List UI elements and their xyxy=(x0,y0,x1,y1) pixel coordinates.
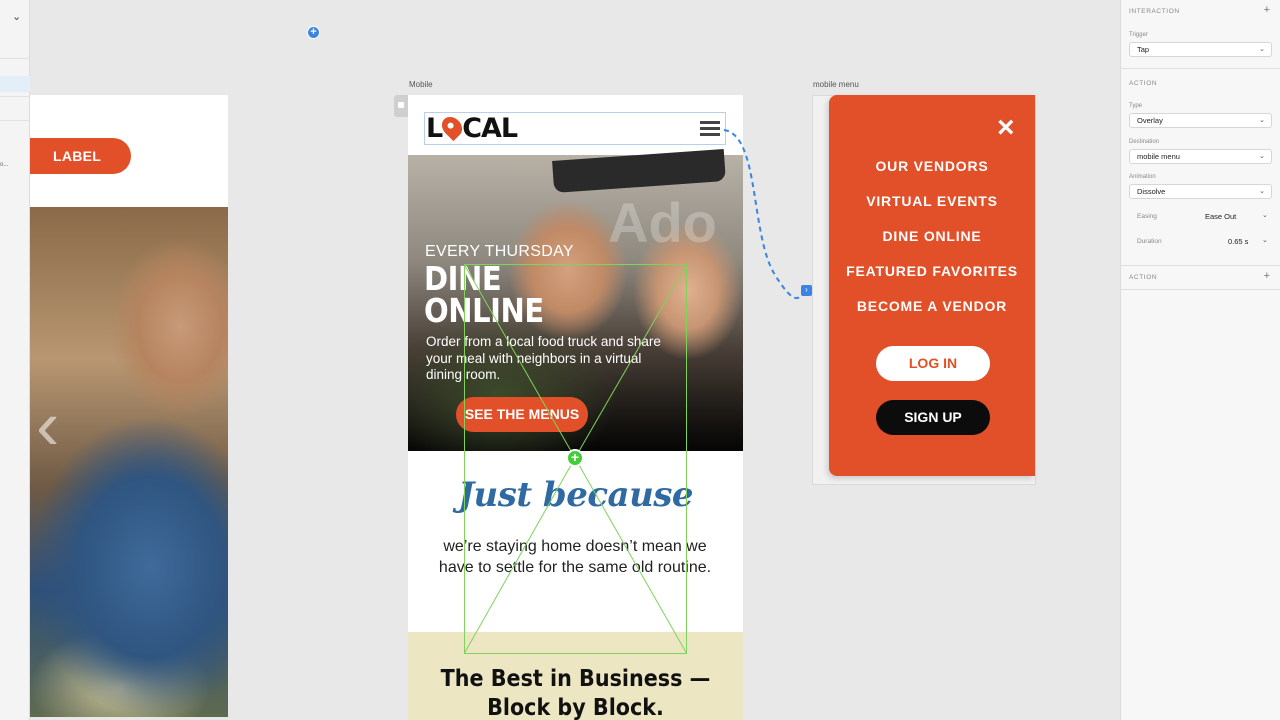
left-artboard[interactable]: LABEL ‹ xyxy=(30,95,228,717)
left-hero-photo xyxy=(30,207,228,717)
layer-row-divider xyxy=(0,58,30,59)
close-icon[interactable]: × xyxy=(997,113,1015,143)
trigger-select[interactable]: Tap ⌄ xyxy=(1129,42,1272,57)
easing-value[interactable]: Ease Out xyxy=(1205,212,1236,221)
chevron-down-icon: ⌄ xyxy=(1259,188,1265,195)
watermark: Ado xyxy=(608,191,717,254)
action-header-2: ACTION xyxy=(1129,274,1158,281)
action-header: ACTION xyxy=(1129,80,1158,87)
destination-select[interactable]: mobile menu ⌄ xyxy=(1129,149,1272,164)
best-heading-line2: Block by Block. xyxy=(487,695,664,720)
destination-label: Destination xyxy=(1129,139,1160,145)
menu-item-virtual-events[interactable]: VIRTUAL EVENTS xyxy=(829,193,1035,209)
animation-label: Animation xyxy=(1129,174,1156,180)
mobile-menu-overlay[interactable]: × OUR VENDORS VIRTUAL EVENTS DINE ONLINE… xyxy=(829,95,1035,476)
add-link-icon[interactable]: + xyxy=(566,449,584,467)
sign-up-button[interactable]: SIGN UP xyxy=(876,400,990,435)
menu-item-dine-online[interactable]: DINE ONLINE xyxy=(829,228,1035,244)
type-select[interactable]: Overlay ⌄ xyxy=(1129,113,1272,128)
chevron-down-icon[interactable]: ⌄ xyxy=(12,10,21,23)
menu-item-featured-favorites[interactable]: FEATURED FAVORITES xyxy=(829,263,1035,279)
wire-source-icon[interactable]: + xyxy=(307,26,320,39)
animation-select[interactable]: Dissolve ⌄ xyxy=(1129,184,1272,199)
carousel-prev-icon[interactable]: ‹ xyxy=(36,385,59,465)
label-button[interactable]: LABEL xyxy=(30,138,131,174)
destination-value: mobile menu xyxy=(1137,152,1180,161)
header-hover-outline xyxy=(424,112,726,145)
log-in-button[interactable]: LOG IN xyxy=(876,346,990,381)
layer-row-divider xyxy=(0,120,30,121)
chevron-down-icon[interactable]: ⌄ xyxy=(1262,236,1268,244)
chevron-down-icon: ⌄ xyxy=(1259,153,1265,160)
duration-label: Duration xyxy=(1137,238,1162,245)
chevron-down-icon: ⌄ xyxy=(1259,46,1265,53)
interaction-header: INTERACTION xyxy=(1129,8,1180,15)
wire-target-icon[interactable]: › xyxy=(801,285,812,296)
type-label: Type xyxy=(1129,103,1143,109)
hamburger-menu-icon[interactable] xyxy=(700,121,720,137)
selected-layer-row[interactable] xyxy=(0,76,30,92)
duration-value[interactable]: 0.65 s xyxy=(1228,237,1248,246)
artboard-home-handle[interactable] xyxy=(394,95,408,117)
menu-item-become-a-vendor[interactable]: BECOME A VENDOR xyxy=(829,298,1035,314)
mobile-header: L CAL xyxy=(408,95,743,155)
truncated-layer-label: o... xyxy=(0,162,9,168)
animation-value: Dissolve xyxy=(1137,187,1166,196)
panel-divider xyxy=(1121,68,1280,69)
best-heading-line1: The Best in Business — xyxy=(440,666,711,692)
panel-divider xyxy=(1121,289,1280,290)
easing-label: Easing xyxy=(1137,213,1157,220)
best-heading: The Best in Business — Block by Block. xyxy=(425,665,727,720)
prototype-property-panel: INTERACTION + Trigger Tap ⌄ ACTION Type … xyxy=(1120,0,1280,720)
chevron-down-icon[interactable]: ⌄ xyxy=(1262,211,1268,219)
menu-item-our-vendors[interactable]: OUR VENDORS xyxy=(829,158,1035,174)
artboard-title-mobile[interactable]: Mobile xyxy=(409,80,433,89)
add-action-icon[interactable]: + xyxy=(1264,270,1270,282)
chevron-down-icon: ⌄ xyxy=(1259,117,1265,124)
selfie-phone xyxy=(552,149,726,193)
trigger-label: Trigger xyxy=(1129,32,1148,38)
home-icon xyxy=(398,102,404,108)
panel-divider xyxy=(1121,265,1280,266)
layer-row-divider xyxy=(0,96,30,97)
add-interaction-icon[interactable]: + xyxy=(1264,4,1270,16)
artboard-title-mobile-menu[interactable]: mobile menu xyxy=(813,80,859,89)
layers-strip: ⌄ o... xyxy=(0,0,30,720)
trigger-value: Tap xyxy=(1137,45,1150,54)
type-value: Overlay xyxy=(1137,116,1163,125)
prototype-wire[interactable] xyxy=(720,125,815,300)
